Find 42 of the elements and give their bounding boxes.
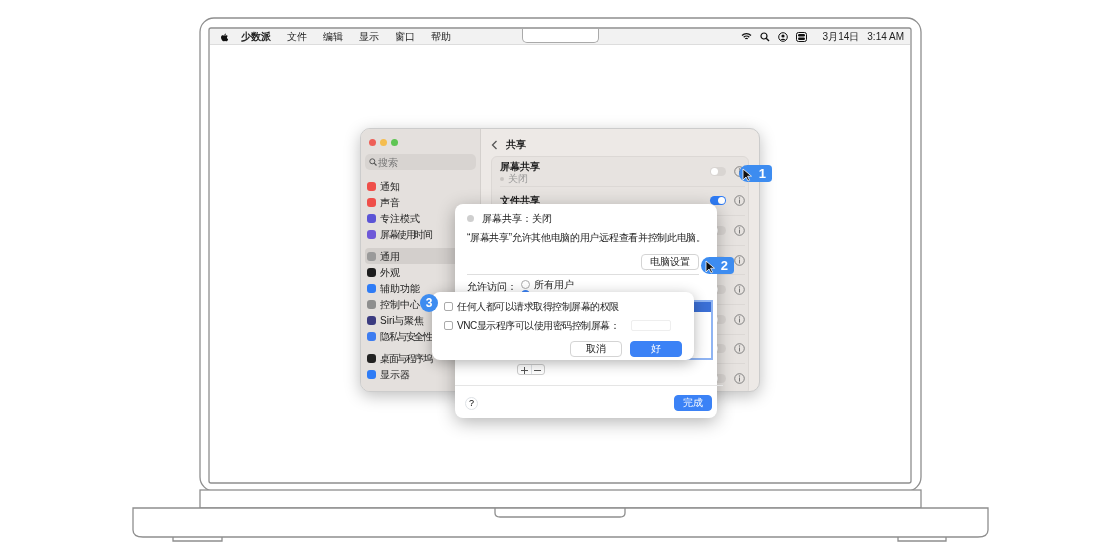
menu-date[interactable]: 3月14日 bbox=[822, 31, 860, 42]
checkbox-label: 任何人都可以请求取得控制屏幕的权限 bbox=[457, 300, 619, 314]
close-button[interactable] bbox=[369, 139, 376, 146]
checkbox[interactable] bbox=[444, 302, 453, 311]
access-label: 允许访问： bbox=[467, 280, 517, 294]
plus-icon bbox=[520, 366, 528, 374]
toggle-switch[interactable] bbox=[710, 166, 726, 176]
minimize-button[interactable] bbox=[380, 139, 387, 146]
menu-item[interactable]: 显示 bbox=[355, 31, 383, 42]
user-icon[interactable] bbox=[777, 31, 788, 42]
menu-item[interactable]: 窗口 bbox=[391, 31, 419, 42]
done-button[interactable]: 完成 bbox=[674, 395, 712, 411]
app-menu[interactable]: 少数派 bbox=[237, 31, 275, 42]
cursor-icon bbox=[742, 168, 752, 182]
pane-title: 共享 bbox=[506, 138, 526, 152]
checkbox[interactable] bbox=[444, 321, 453, 330]
back-icon[interactable] bbox=[491, 139, 498, 150]
menu-item[interactable]: 文件 bbox=[283, 31, 311, 42]
menu-time[interactable]: 3:14 AM bbox=[867, 31, 904, 42]
ok-button[interactable]: 好 bbox=[630, 341, 682, 357]
toggle-switch[interactable] bbox=[710, 196, 726, 206]
settings-button[interactable]: 电脑设置 bbox=[641, 254, 699, 270]
wifi-icon[interactable] bbox=[740, 32, 752, 41]
add-button[interactable] bbox=[518, 365, 531, 374]
zoom-button[interactable] bbox=[391, 139, 398, 146]
dialog-title: 屏幕共享：关闭 bbox=[482, 212, 552, 226]
menu-item[interactable]: 编辑 bbox=[319, 31, 347, 42]
row-label: 屏幕共享 bbox=[500, 159, 541, 173]
control-center-icon[interactable] bbox=[795, 31, 807, 42]
menu-item[interactable]: 帮助 bbox=[427, 31, 455, 42]
remove-button[interactable] bbox=[530, 365, 544, 374]
radio-label: 所有用户 bbox=[534, 277, 574, 292]
search-icon[interactable] bbox=[759, 31, 770, 42]
checkbox-label: VNC显示程序可以使用密码控制屏幕： bbox=[457, 319, 620, 333]
row-status: 关闭 bbox=[500, 173, 710, 184]
sidebar-item[interactable]: 通知 bbox=[365, 178, 476, 194]
sidebar-item[interactable]: 声音 bbox=[365, 194, 476, 210]
dialog-description: “屏幕共享”允许其他电脑的用户远程查看并控制此电脑。 bbox=[467, 231, 699, 245]
apple-icon[interactable] bbox=[220, 31, 229, 42]
cancel-button[interactable]: 取消 bbox=[570, 341, 622, 357]
search-field[interactable]: 搜索 bbox=[365, 154, 476, 170]
search-icon bbox=[369, 158, 377, 166]
